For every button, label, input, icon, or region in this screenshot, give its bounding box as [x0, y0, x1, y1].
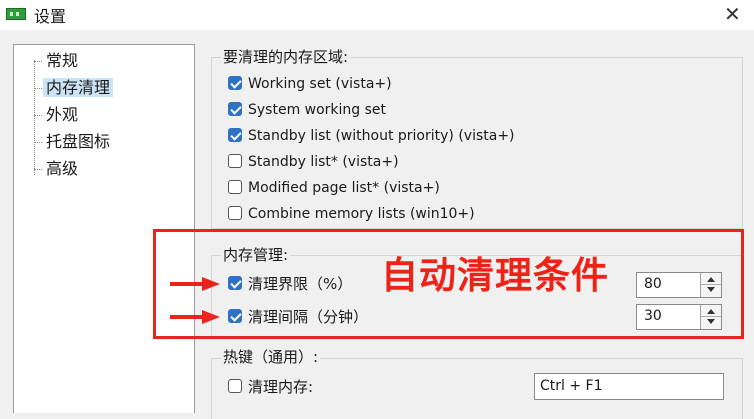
checkbox[interactable]: [228, 76, 242, 90]
option-label: Standby list* (vista+): [248, 154, 399, 170]
sidebar-item-advanced[interactable]: 高级: [34, 157, 78, 181]
annotation-arrow-icon: [170, 277, 220, 291]
sidebar-item-appearance[interactable]: 外观: [34, 103, 78, 127]
sidebar-item-label: 内存清理: [43, 78, 114, 97]
option-label: 清理内存:: [248, 378, 314, 396]
checkbox[interactable]: [228, 379, 242, 393]
checkbox[interactable]: [228, 154, 242, 168]
title-bar: 设置 ✕: [0, 0, 754, 30]
sidebar-item-label: 常规: [46, 51, 79, 70]
close-icon[interactable]: ✕: [724, 2, 741, 26]
option-label: Modified page list* (vista+): [248, 180, 440, 196]
app-memory-icon: [6, 8, 26, 20]
option-label: Standby list (without priority) (vista+): [248, 128, 515, 144]
sidebar-item-label: 高级: [46, 159, 79, 178]
option-label: System working set: [248, 102, 387, 118]
annotation-arrow-icon: [170, 310, 220, 324]
option-label: Working set (vista+): [248, 76, 392, 92]
hotkeys-group-title: 热键（通用）:: [221, 346, 321, 367]
checkbox[interactable]: [228, 102, 242, 116]
regions-group-title: 要清理的内存区域:: [221, 46, 351, 67]
checkbox[interactable]: [228, 206, 242, 220]
checkbox[interactable]: [228, 128, 242, 142]
sidebar-item-tray-icon[interactable]: 托盘图标: [34, 130, 110, 154]
checkbox[interactable]: [228, 180, 242, 194]
sidebar-item-general[interactable]: 常规: [34, 49, 78, 73]
sidebar-item-memory-cleanup[interactable]: 内存清理: [34, 76, 114, 100]
sidebar-item-label: 托盘图标: [46, 132, 111, 151]
annotation-label: 自动清理条件: [381, 254, 609, 297]
hotkey-input[interactable]: Ctrl + F1: [534, 373, 724, 400]
option-label: Combine memory lists (win10+): [248, 206, 475, 222]
sidebar-item-label: 外观: [46, 105, 79, 124]
window-title: 设置: [34, 7, 67, 26]
